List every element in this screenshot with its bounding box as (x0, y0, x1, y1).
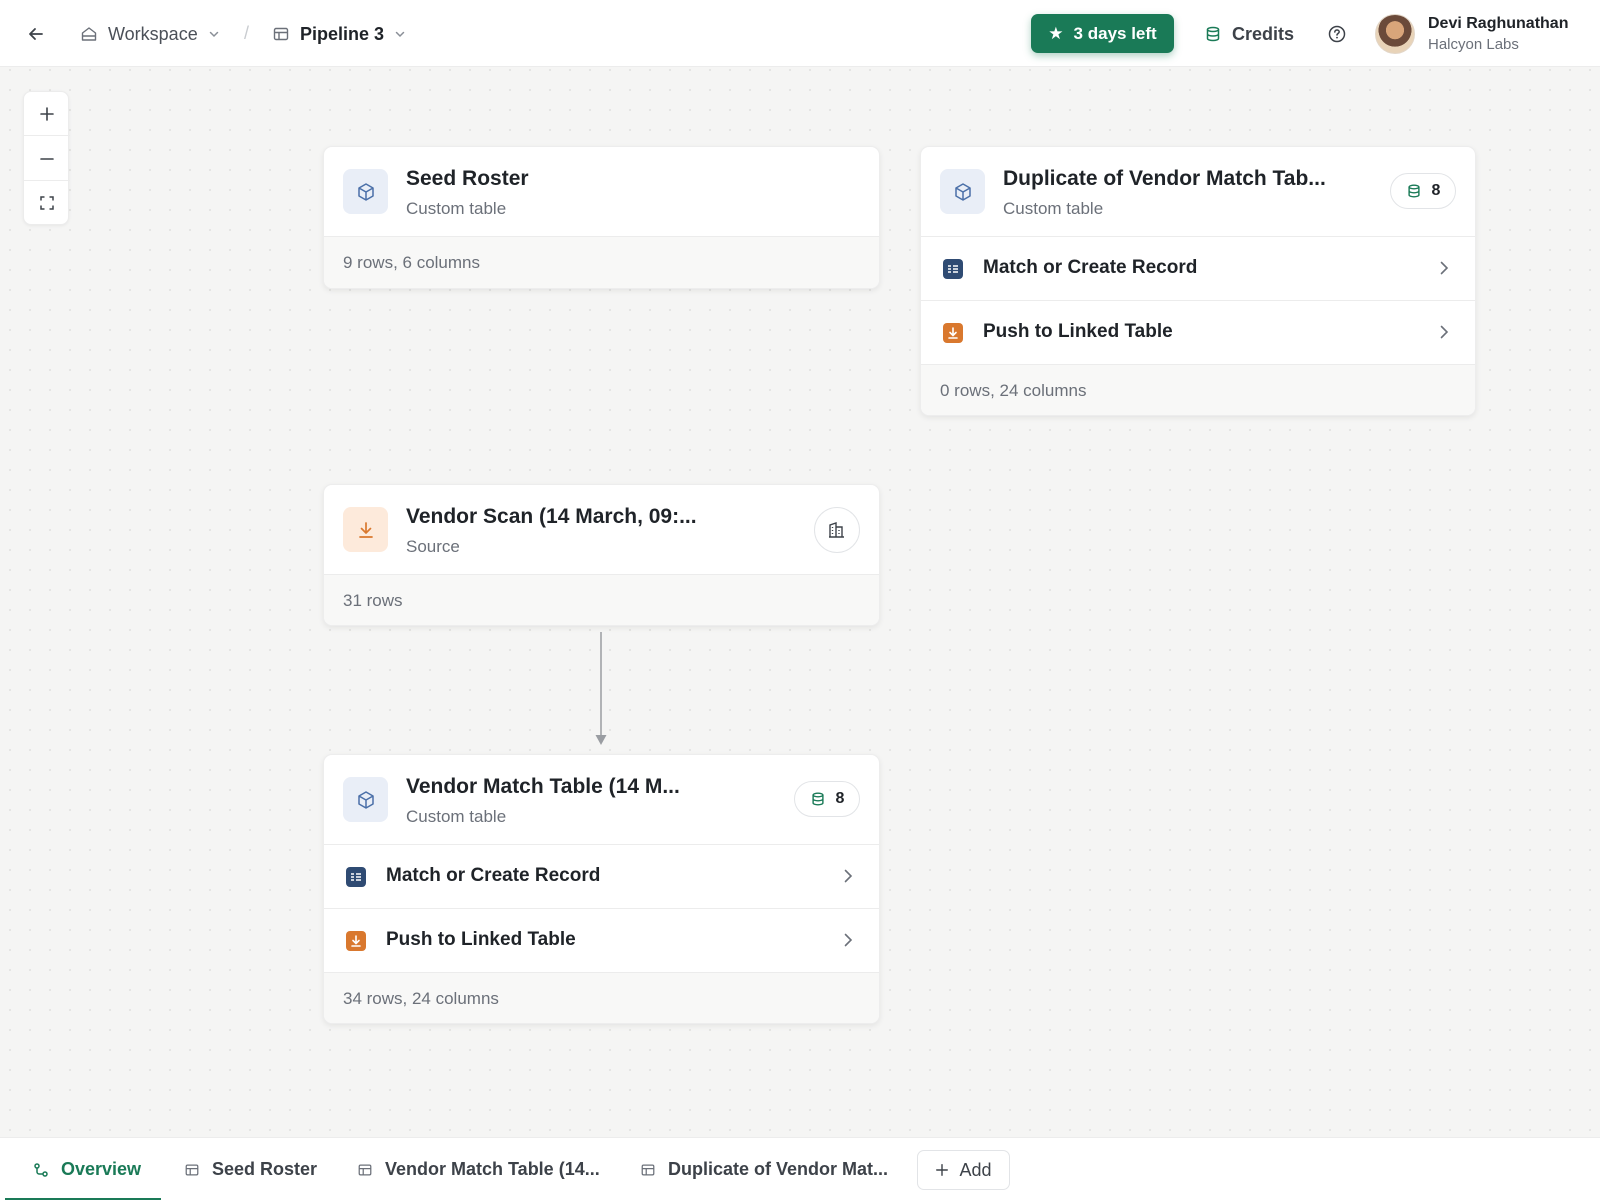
node-title: Seed Roster (406, 167, 529, 190)
action-label: Push to Linked Table (983, 321, 1173, 342)
tab-label: Overview (61, 1159, 142, 1179)
node-stats: 9 rows, 6 columns (343, 253, 480, 272)
action-push-to-linked[interactable]: Push to Linked Table (921, 301, 1475, 365)
node-header: Seed Roster Custom table (324, 147, 879, 237)
record-count-badge[interactable]: 8 (794, 781, 860, 817)
node-subtitle: Custom table (406, 199, 507, 218)
node-header: Duplicate of Vendor Match Tab... Custom … (921, 147, 1475, 237)
node-footer: 9 rows, 6 columns (324, 237, 879, 288)
node-duplicate-vendor-match[interactable]: Duplicate of Vendor Match Tab... Custom … (920, 146, 1476, 416)
chevron-right-icon (1440, 325, 1449, 339)
action-label: Match or Create Record (983, 257, 1198, 278)
help-button[interactable] (1323, 20, 1351, 48)
add-label: Add (959, 1159, 992, 1180)
tab-overview[interactable]: Overview (4, 1138, 162, 1200)
breadcrumb-separator: / (244, 23, 250, 43)
zoom-controls (23, 91, 70, 225)
plus-icon (936, 1164, 949, 1176)
record-count-badge[interactable]: 8 (1390, 173, 1456, 209)
cube-icon (343, 777, 388, 822)
tab-label: Vendor Match Table (14... (385, 1159, 600, 1179)
action-label: Match or Create Record (386, 865, 601, 886)
node-footer: 0 rows, 24 columns (921, 365, 1475, 415)
node-stats: 31 rows (343, 591, 403, 610)
grid-table-icon (943, 259, 963, 279)
help-circle-icon (1328, 25, 1346, 43)
chevron-right-icon (1440, 261, 1449, 275)
table-icon (641, 1163, 655, 1176)
workspace-dropdown[interactable]: Workspace (80, 21, 220, 47)
credits-button[interactable]: Credits (1204, 20, 1294, 48)
node-title: Vendor Match Table (14 M... (406, 775, 680, 798)
node-stats: 34 rows, 24 columns (343, 989, 499, 1008)
database-icon (1407, 184, 1420, 198)
minus-icon (40, 157, 54, 160)
chevron-down-icon (395, 31, 405, 38)
download-icon (346, 931, 366, 951)
star-icon: ★ (1048, 23, 1064, 43)
action-match-or-create[interactable]: Match or Create Record (921, 237, 1475, 301)
workspace-icon (81, 27, 97, 41)
action-label: Push to Linked Table (386, 929, 576, 950)
fit-view-button[interactable] (24, 181, 70, 225)
node-stats: 0 rows, 24 columns (940, 381, 1087, 400)
user-org: Halcyon Labs (1428, 36, 1519, 53)
top-bar: Workspace / Pipeline 3 ★ 3 days left Cre… (0, 0, 1600, 67)
node-vendor-match-table[interactable]: Vendor Match Table (14 M... Custom table… (323, 754, 880, 1024)
chevron-down-icon (209, 31, 218, 38)
tab-vendor-match-table[interactable]: Vendor Match Table (14... (357, 1138, 600, 1200)
trial-button[interactable]: ★ 3 days left (1031, 14, 1174, 53)
database-icon (811, 792, 824, 806)
arrow-left-icon (29, 28, 43, 40)
record-count: 8 (835, 790, 845, 807)
node-header: Vendor Scan (14 March, 09:... Source (324, 485, 879, 575)
pipeline-dropdown[interactable]: Pipeline 3 (272, 21, 406, 47)
add-tab-button[interactable]: Add (917, 1150, 1010, 1190)
table-icon (273, 27, 289, 41)
node-seed-roster[interactable]: Seed Roster Custom table 9 rows, 6 colum… (323, 146, 880, 289)
fit-view-icon (40, 196, 54, 210)
tab-seed-roster[interactable]: Seed Roster (184, 1138, 317, 1200)
node-title: Duplicate of Vendor Match Tab... (1003, 167, 1326, 190)
credits-label: Credits (1232, 23, 1295, 44)
cube-icon (940, 169, 985, 214)
bottom-tab-bar: Overview Seed Roster Vendor Match Table … (0, 1137, 1600, 1200)
node-subtitle: Source (406, 537, 460, 556)
pipeline-label: Pipeline 3 (300, 23, 385, 44)
chevron-right-icon (844, 933, 853, 947)
node-subtitle: Custom table (406, 807, 507, 826)
database-icon (1206, 26, 1220, 42)
chevron-right-icon (844, 869, 853, 883)
grid-table-icon (346, 867, 366, 887)
cube-icon (343, 169, 388, 214)
node-footer: 34 rows, 24 columns (324, 973, 879, 1023)
back-button[interactable] (22, 20, 50, 48)
user-name: Devi Raghunathan (1428, 15, 1569, 32)
zoom-out-button[interactable] (24, 137, 70, 181)
node-footer: 31 rows (324, 575, 879, 625)
trial-label: 3 days left (1073, 23, 1157, 43)
workspace-label: Workspace (108, 23, 198, 44)
zoom-in-button[interactable] (24, 92, 70, 136)
node-title: Vendor Scan (14 March, 09:... (406, 505, 697, 528)
company-source-button[interactable] (814, 507, 860, 553)
table-icon (185, 1163, 199, 1176)
download-icon (343, 507, 388, 552)
tab-duplicate-vendor-match[interactable]: Duplicate of Vendor Mat... (640, 1138, 888, 1200)
node-header: Vendor Match Table (14 M... Custom table… (324, 755, 879, 845)
record-count: 8 (1431, 182, 1441, 199)
node-vendor-scan[interactable]: Vendor Scan (14 March, 09:... Source 31 … (323, 484, 880, 626)
action-push-to-linked[interactable]: Push to Linked Table (324, 909, 879, 973)
tab-label: Seed Roster (212, 1159, 318, 1179)
action-match-or-create[interactable]: Match or Create Record (324, 845, 879, 909)
plus-icon (40, 106, 54, 121)
building-icon (829, 522, 844, 538)
node-subtitle: Custom table (1003, 199, 1104, 218)
avatar[interactable] (1375, 14, 1415, 54)
tab-label: Duplicate of Vendor Mat... (668, 1159, 889, 1179)
download-icon (943, 323, 963, 343)
table-icon (358, 1163, 372, 1176)
flow-icon (34, 1162, 48, 1177)
